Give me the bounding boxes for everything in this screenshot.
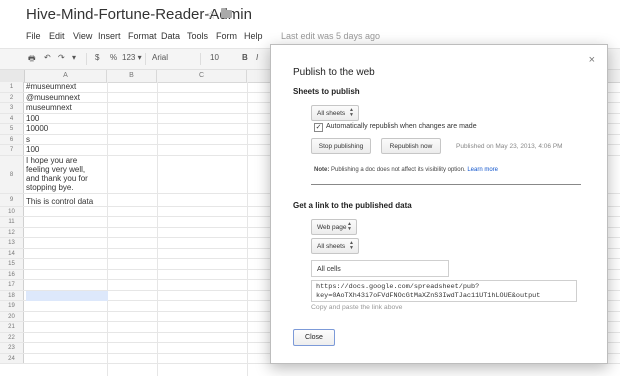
auto-republish-label: Automatically republish when changes are…: [326, 123, 477, 130]
updown-arrow-icon: ▲ ▼: [349, 240, 354, 251]
close-icon[interactable]: ×: [589, 54, 595, 66]
updown-arrow-icon: ▲ ▼: [349, 107, 354, 118]
get-link-heading: Get a link to the published data: [293, 201, 412, 210]
link-sheets-select-value: All sheets: [317, 243, 346, 250]
auto-republish-option[interactable]: ✓ Automatically republish when changes ar…: [314, 123, 477, 132]
visibility-note: Note: Publishing a doc does not affect i…: [314, 167, 498, 173]
close-button[interactable]: Close: [293, 329, 335, 346]
stop-publishing-button[interactable]: Stop publishing: [311, 138, 371, 154]
format-select-value: Web page: [317, 224, 347, 231]
dialog-title: Publish to the web: [293, 67, 375, 78]
format-select[interactable]: Web page ▲ ▼: [311, 219, 357, 235]
updown-arrow-icon: ▲ ▼: [347, 221, 352, 232]
section-divider: [311, 184, 581, 185]
note-text: Publishing a doc does not affect its vis…: [329, 167, 468, 173]
auto-republish-checkbox[interactable]: ✓: [314, 123, 323, 132]
sheets-to-publish-heading: Sheets to publish: [293, 87, 360, 96]
dialog-overlay: Publish to the web × Sheets to publish A…: [0, 0, 620, 376]
publish-dialog: Publish to the web × Sheets to publish A…: [270, 44, 608, 364]
learn-more-link[interactable]: Learn more: [467, 167, 498, 173]
published-url-textarea[interactable]: https://docs.google.com/spreadsheet/pub?…: [311, 280, 577, 302]
sheets-select[interactable]: All sheets ▲ ▼: [311, 105, 359, 121]
link-sheets-select[interactable]: All sheets ▲ ▼: [311, 238, 359, 254]
sheets-select-value: All sheets: [317, 110, 346, 117]
republish-now-button[interactable]: Republish now: [381, 138, 441, 154]
cell-range-input[interactable]: All cells: [311, 260, 449, 277]
published-status: Published on May 23, 2013, 4:06 PM: [456, 143, 563, 150]
copy-link-hint: Copy and paste the link above: [311, 304, 403, 311]
note-label: Note:: [314, 167, 330, 173]
